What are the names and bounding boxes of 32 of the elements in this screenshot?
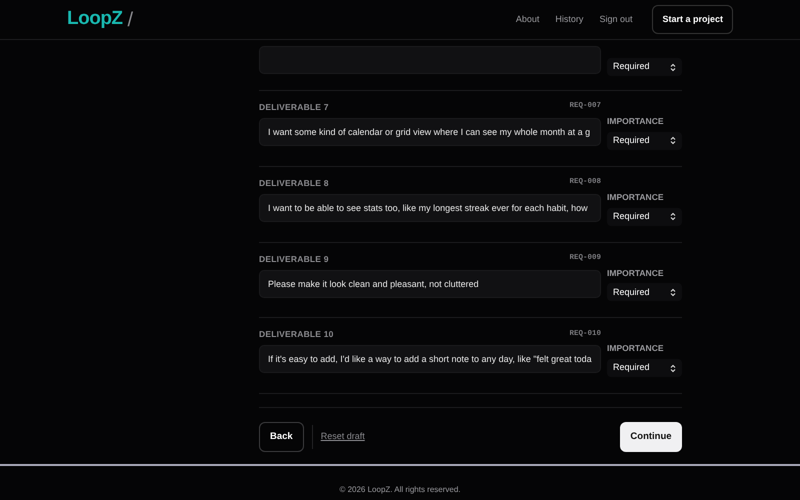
- deliverable-label: DELIVERABLE 9: [259, 252, 329, 264]
- importance-select[interactable]: Required: [607, 283, 682, 302]
- importance-select[interactable]: Required: [607, 58, 682, 76]
- reset-draft-link[interactable]: Reset draft: [320, 430, 365, 444]
- deliverable-label: DELIVERABLE 10: [259, 328, 334, 340]
- back-button[interactable]: Back: [259, 422, 304, 452]
- importance-select[interactable]: Required: [607, 359, 682, 377]
- importance-label: IMPORTANCE: [607, 266, 665, 280]
- footer-text: © 2026 LoopZ. All rights reserved.: [339, 484, 461, 496]
- text-field[interactable]: If it's easy to add, I'd like a way to add a short note to any day, like "felt great toda: [259, 345, 601, 374]
- logo[interactable]: LoopZ: [67, 5, 123, 34]
- nav-link[interactable]: History: [555, 12, 584, 26]
- chevron-icon: [670, 364, 676, 372]
- chevron-icon: [670, 212, 676, 221]
- nav-link[interactable]: About: [516, 12, 540, 26]
- text-field[interactable]: I want some kind of calendar or grid view where I can see my whole month at a g: [259, 118, 601, 146]
- importance-label: IMPORTANCE: [607, 342, 665, 355]
- continue-button[interactable]: Continue: [620, 422, 682, 452]
- start-project-button[interactable]: Start a project: [652, 4, 733, 34]
- chevron-icon: [670, 62, 676, 72]
- importance-select[interactable]: Required: [607, 208, 682, 226]
- importance-select[interactable]: Required: [607, 132, 682, 150]
- text-field[interactable]: Please make it look clean and pleasant, not cluttered: [259, 270, 601, 298]
- nav-link[interactable]: Sign out: [599, 12, 632, 26]
- deliverable-label: DELIVERABLE 8: [259, 176, 329, 189]
- chevron-icon: [670, 288, 676, 297]
- importance-label: IMPORTANCE: [607, 115, 665, 128]
- deliverable-label: DELIVERABLE 7: [259, 101, 329, 113]
- text-field[interactable]: I want to be able to see stats too, like my longest streak ever for each habit, how: [259, 194, 601, 222]
- logo-slash: /: [128, 8, 134, 32]
- importance-label: IMPORTANCE: [607, 190, 665, 204]
- chevron-icon: [670, 136, 676, 146]
